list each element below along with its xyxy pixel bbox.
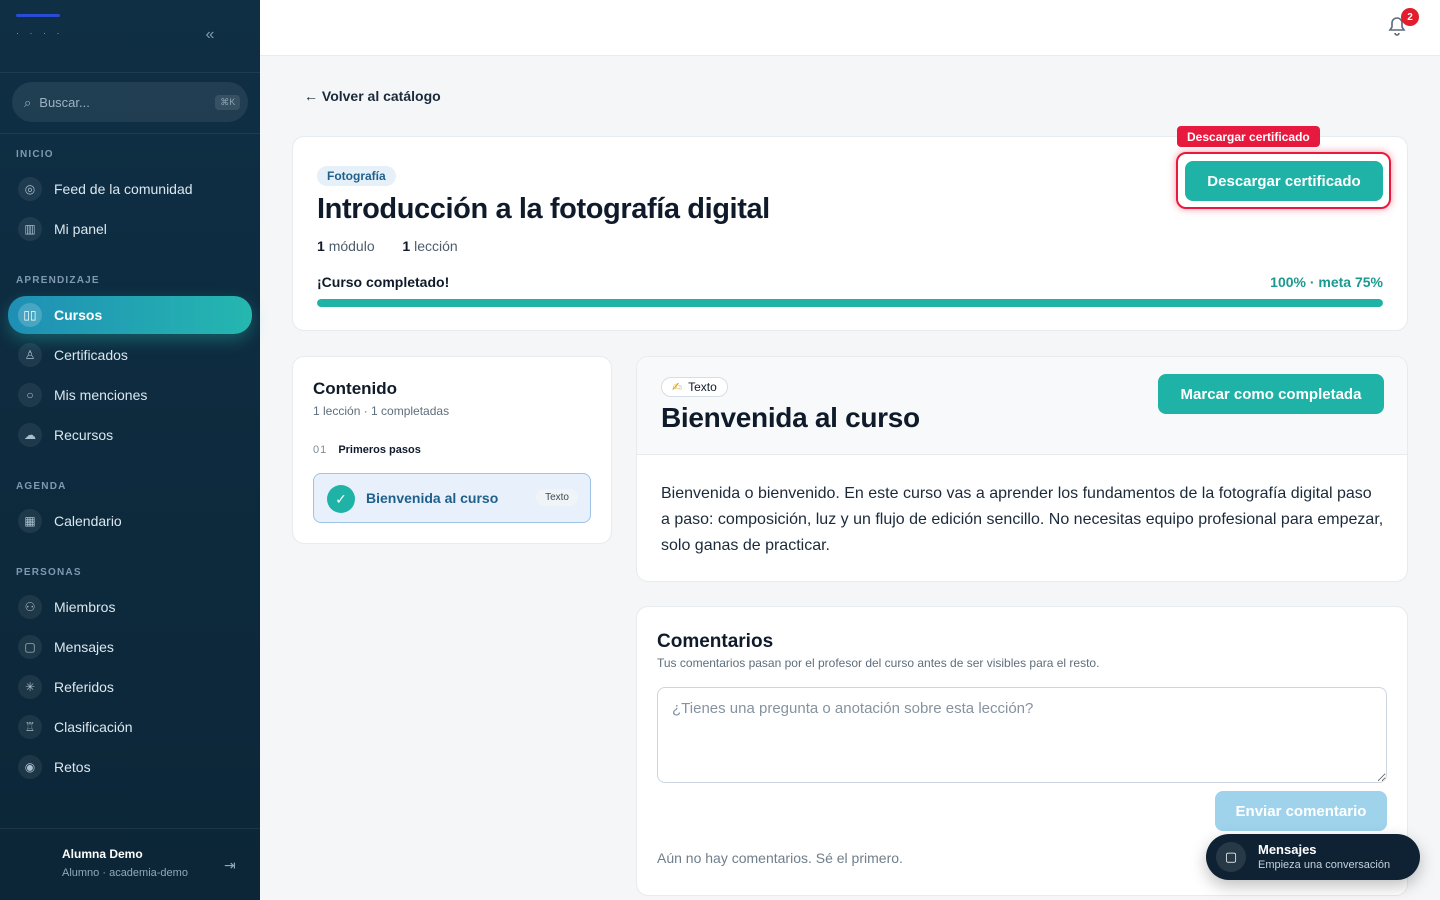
logout-icon[interactable]: ⇥: [224, 857, 236, 874]
users-icon: ⚇: [18, 595, 42, 619]
sidebar-item-panel[interactable]: ▥ Mi panel: [8, 211, 252, 247]
comments-title: Comentarios: [657, 631, 774, 652]
search-icon: ⌕: [24, 95, 32, 110]
download-certificate-button[interactable]: Descargar certificado: [1185, 161, 1383, 201]
sidebar-item-miembros[interactable]: ⚇ Miembros: [8, 589, 252, 625]
modules-count: 1: [317, 238, 325, 254]
sidebar-item-recursos[interactable]: ☁ Recursos: [8, 417, 252, 453]
mark-complete-button[interactable]: Marcar como completada: [1158, 374, 1384, 414]
progress-label: ¡Curso completado!: [317, 274, 450, 290]
sidebar-divider: [0, 133, 260, 134]
messages-widget[interactable]: ▢ Mensajes Empieza una conversación: [1206, 834, 1420, 880]
notification-badge: 2: [1401, 8, 1419, 26]
messages-widget-title: Mensajes: [1258, 842, 1317, 857]
search-shortcut: ⌘K: [215, 94, 241, 110]
sidebar-item-label: Referidos: [54, 679, 114, 695]
sparkle-icon: ✳: [18, 675, 42, 699]
sidebar-item-retos[interactable]: ◉ Retos: [8, 749, 252, 785]
course-title: Introducción a la fotografía digital: [317, 193, 770, 225]
sidebar-item-label: Mi panel: [54, 221, 107, 237]
send-comment-button[interactable]: Enviar comentario: [1215, 791, 1387, 831]
search-input[interactable]: [39, 94, 216, 110]
content-title: Contenido: [313, 379, 398, 398]
content-subtitle: 1 lección · 1 completadas: [313, 404, 450, 418]
sidebar-item-label: Mensajes: [54, 639, 114, 655]
sidebar-item-label: Clasificación: [54, 719, 133, 735]
sidebar-item-menciones[interactable]: ○ Mis menciones: [8, 377, 252, 413]
section-label-personas: PERSONAS: [16, 567, 82, 578]
sidebar-item-feed[interactable]: ◎ Feed de la comunidad: [8, 171, 252, 207]
course-category-badge: Fotografía: [317, 166, 396, 186]
logo-bar: [16, 14, 60, 17]
bar-chart-icon: ▥: [18, 217, 42, 241]
cloud-download-icon: ☁: [18, 423, 42, 447]
lesson-title: Bienvenida al curso: [661, 402, 920, 433]
trophy-icon: ♖: [18, 715, 42, 739]
progress-bar-fill: [317, 299, 1383, 307]
award-icon: ♙: [18, 343, 42, 367]
back-to-catalog-link[interactable]: ← Volver al catálogo: [304, 88, 441, 104]
user-role: Alumno · academia-demo: [62, 867, 188, 879]
sidebar-item-label: Recursos: [54, 427, 114, 443]
sidebar-divider: [0, 72, 260, 73]
book-icon: ▯▯: [18, 303, 42, 327]
sidebar-item-label: Feed de la comunidad: [54, 181, 193, 197]
course-meta: 1 módulo 1 lección: [317, 238, 458, 254]
messages-widget-subtitle: Empieza una conversación: [1258, 859, 1391, 871]
globe-icon: ◎: [18, 177, 42, 201]
section-label-inicio: INICIO: [16, 149, 54, 160]
sidebar: · · · · « ⌕ ⌘K INICIO ◎ Feed de la comun…: [0, 0, 260, 900]
lessons-count: 1: [402, 238, 411, 254]
course-content-card: Contenido 1 lección · 1 completadas 01 P…: [292, 356, 612, 544]
lessons-label: lección: [414, 238, 458, 254]
sidebar-item-mensajes[interactable]: ▢ Mensajes: [8, 629, 252, 665]
lesson-type-tag: ✍ Texto: [661, 377, 728, 397]
progress-percentage: 100% · meta 75%: [1270, 274, 1383, 290]
sidebar-item-calendario[interactable]: ▦ Calendario: [8, 503, 252, 539]
calendar-icon: ▦: [18, 509, 42, 533]
progress-bar: [317, 299, 1383, 307]
sidebar-item-label: Mis menciones: [54, 387, 148, 403]
module-number: 01: [313, 444, 328, 456]
lesson-item-title: Bienvenida al curso: [366, 490, 499, 506]
messages-icon: ▢: [18, 635, 42, 659]
sidebar-item-certificados[interactable]: ♙ Certificados: [8, 337, 252, 373]
sidebar-item-label: Miembros: [54, 599, 116, 615]
logo-dots: · · · ·: [16, 28, 64, 38]
sidebar-item-cursos[interactable]: ▯▯ Cursos: [8, 296, 252, 334]
section-label-aprendizaje: APRENDIZAJE: [16, 275, 100, 286]
user-profile[interactable]: Alumna Demo Alumno · academia-demo ⇥: [0, 828, 260, 900]
sidebar-item-label: Retos: [54, 759, 91, 775]
search-box[interactable]: ⌕ ⌘K: [12, 82, 248, 122]
user-name: Alumna Demo: [62, 847, 143, 861]
no-comments-text: Aún no hay comentarios. Sé el primero.: [657, 850, 903, 866]
modules-label: módulo: [328, 238, 375, 254]
comment-input[interactable]: [657, 687, 1387, 783]
module-name: Primeros pasos: [338, 444, 421, 456]
sidebar-item-label: Calendario: [54, 513, 122, 529]
module-row: 01 Primeros pasos: [313, 444, 421, 456]
topbar: 2: [260, 0, 1440, 56]
lesson-item[interactable]: ✓ Bienvenida al curso Texto: [313, 473, 591, 523]
lesson-header: ✍ Texto Bienvenida al curso Marcar como c…: [637, 357, 1407, 455]
sidebar-item-label: Certificados: [54, 347, 128, 363]
writing-hand-icon: ✍: [672, 380, 683, 394]
messages-icon: ▢: [1216, 842, 1246, 872]
collapse-sidebar-icon[interactable]: «: [198, 26, 222, 46]
check-icon: ✓: [327, 485, 355, 513]
lesson-type-badge: Texto: [536, 489, 578, 506]
chat-icon: ○: [18, 383, 42, 407]
target-icon: ◉: [18, 755, 42, 779]
lesson-card: ✍ Texto Bienvenida al curso Marcar como c…: [636, 356, 1408, 582]
lesson-body-text: Bienvenida o bienvenido. En este curso v…: [661, 485, 1384, 554]
sidebar-item-clasificacion[interactable]: ♖ Clasificación: [8, 709, 252, 745]
comments-subtitle: Tus comentarios pasan por el profesor de…: [657, 656, 1100, 670]
certificate-tooltip: Descargar certificado: [1177, 126, 1320, 147]
sidebar-item-label: Cursos: [54, 307, 103, 323]
sidebar-item-referidos[interactable]: ✳ Referidos: [8, 669, 252, 705]
logo[interactable]: · · · ·: [16, 14, 64, 38]
lesson-type-label: Texto: [688, 380, 717, 394]
section-label-agenda: AGENDA: [16, 481, 67, 492]
